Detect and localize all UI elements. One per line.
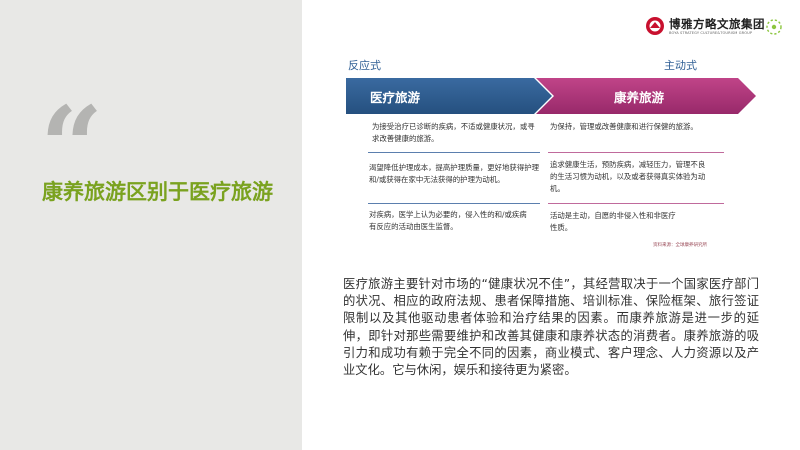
source-note: 资料来源：全球康养研究所	[653, 243, 707, 248]
proactive-label: 主动式	[664, 59, 697, 72]
body-paragraph: 医疗旅游主要针对市场的“健康状况不佳”，其经营取决于一个国家医疗部门的状况、相应…	[343, 277, 759, 378]
row2-medical: 渴望降低护理成本，提高护理质量，更好地获得护理和/或获得在家中无法获得的护理为动…	[369, 163, 539, 184]
row1-divider-medical	[368, 152, 540, 153]
left-panel: “ 康养旅游区别于医疗旅游	[0, 0, 302, 450]
row1-divider-wellness	[548, 152, 724, 153]
logo-name-en: BOYA STRATEGY CULTURE&TOURISM GROUP	[669, 31, 753, 35]
row2-divider-medical	[368, 203, 540, 204]
medical-arrow-label: 医疗旅游	[370, 90, 421, 105]
row1-medical: 为接受治疗已诊断的疾病，不适或健康状况，或寻求改善健康的旅游。	[372, 122, 535, 143]
logo-emblem-icon	[646, 17, 664, 35]
row2-wellness: 追求健康生活，预防疾病，减轻压力，管理不良的生活习惯为动机，以及或者获得真实体验…	[550, 160, 706, 193]
row3-medical: 对疾病，医学上认为必要的，侵入性的和/或疾病有反应的活动由医生监督。	[369, 210, 527, 231]
row3-wellness: 活动是主动，自愿的非侵入性和非医疗性质。	[550, 211, 676, 232]
decorative-dots-icon	[766, 19, 782, 35]
section-title: 康养旅游区别于医疗旅游	[42, 180, 273, 204]
logo-name-cn: 博雅方略文旅集团	[669, 17, 765, 31]
reactive-label: 反应式	[348, 59, 381, 72]
wellness-arrow-label: 康养旅游	[614, 90, 665, 105]
row2-divider-wellness	[548, 203, 724, 204]
company-logo: 博雅方略文旅集团 BOYA STRATEGY CULTURE&TOURISM G…	[645, 15, 782, 39]
row1-wellness: 为保持，管理或改善健康和进行保健的旅游。	[550, 122, 698, 131]
